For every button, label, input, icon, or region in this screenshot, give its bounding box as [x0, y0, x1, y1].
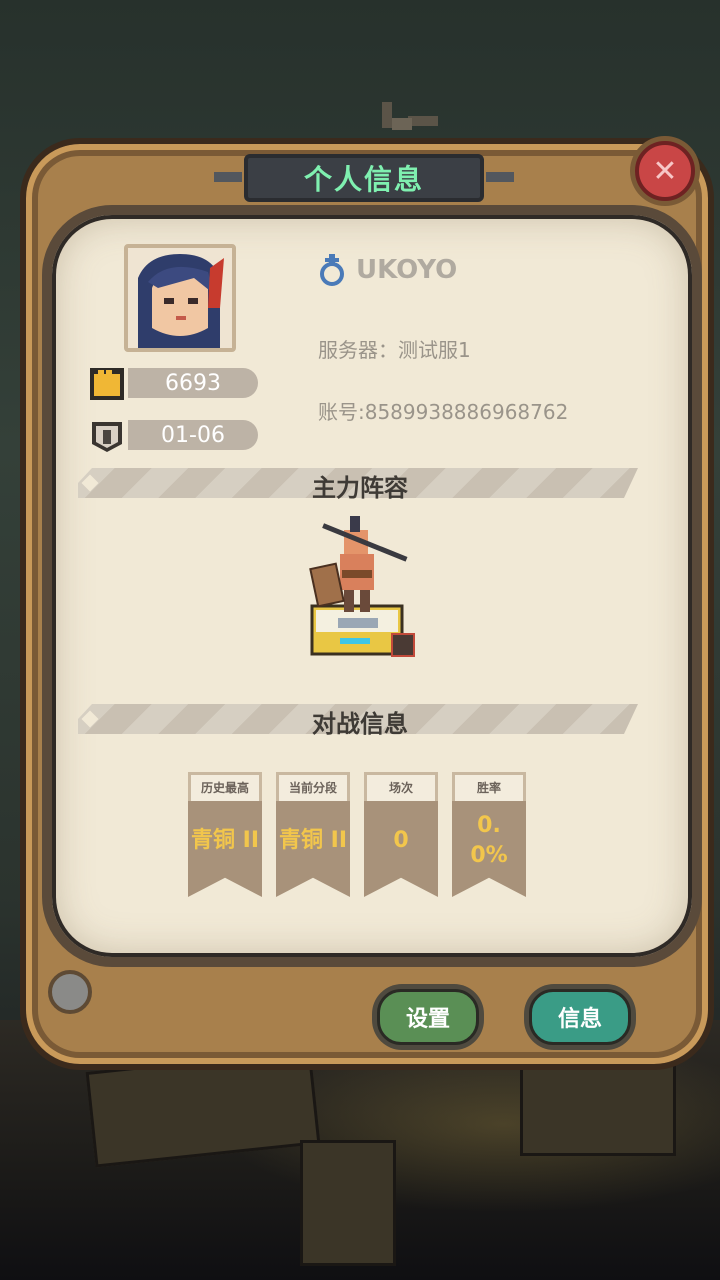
stat-label: 场次 — [364, 772, 438, 801]
female-symbol-icon — [320, 254, 344, 286]
settings-button-label: 设置 — [377, 989, 479, 1045]
fist-icon — [90, 368, 124, 400]
player-name-row: UKOYO — [318, 252, 457, 288]
hero-character-icon[interactable] — [300, 510, 420, 670]
stat-label: 历史最高 — [188, 772, 262, 801]
battle-stats: 历史最高 青铜 II 当前分段 青铜 II 场次 0 胜率 0.0% — [188, 772, 526, 900]
stat-value: 青铜 II — [276, 801, 350, 897]
antenna-decoration — [382, 102, 438, 130]
stat-badge-winrate: 胜率 0.0% — [452, 772, 526, 900]
power-stat: 6693 — [88, 366, 258, 402]
close-button[interactable]: ✕ — [630, 136, 700, 206]
stat-badge-matches: 场次 0 — [364, 772, 438, 900]
server-info: 服务器：测试服1 — [318, 338, 471, 362]
stat-label: 胜率 — [452, 772, 526, 801]
stat-badge-highest: 历史最高 青铜 II — [188, 772, 262, 900]
stat-label: 当前分段 — [276, 772, 350, 801]
stat-badge-current: 当前分段 青铜 II — [276, 772, 350, 900]
player-avatar[interactable] — [124, 244, 236, 352]
tower-icon — [92, 422, 122, 452]
screw-decoration — [48, 970, 92, 1014]
dialog-title: 个人信息 — [214, 154, 514, 202]
power-value: 6693 — [128, 368, 258, 398]
info-button[interactable]: 信息 — [524, 984, 636, 1050]
stage-value: 01-06 — [128, 420, 258, 450]
close-icon: ✕ — [652, 153, 678, 189]
settings-button[interactable]: 设置 — [372, 984, 484, 1050]
dialog-title-text: 个人信息 — [303, 163, 424, 196]
info-button-label: 信息 — [529, 989, 631, 1045]
battle-section-title: 对战信息 — [312, 710, 408, 738]
stage-stat: 01-06 — [88, 418, 258, 454]
stat-value: 0.0% — [452, 801, 526, 897]
player-name: UKOYO — [356, 255, 458, 285]
avatar-portrait-icon — [128, 248, 232, 348]
lineup-section-title: 主力阵容 — [312, 474, 408, 502]
stat-value: 青铜 II — [188, 801, 262, 897]
account-info: 账号:8589938886968762 — [318, 400, 569, 424]
stat-value: 0 — [364, 801, 438, 897]
